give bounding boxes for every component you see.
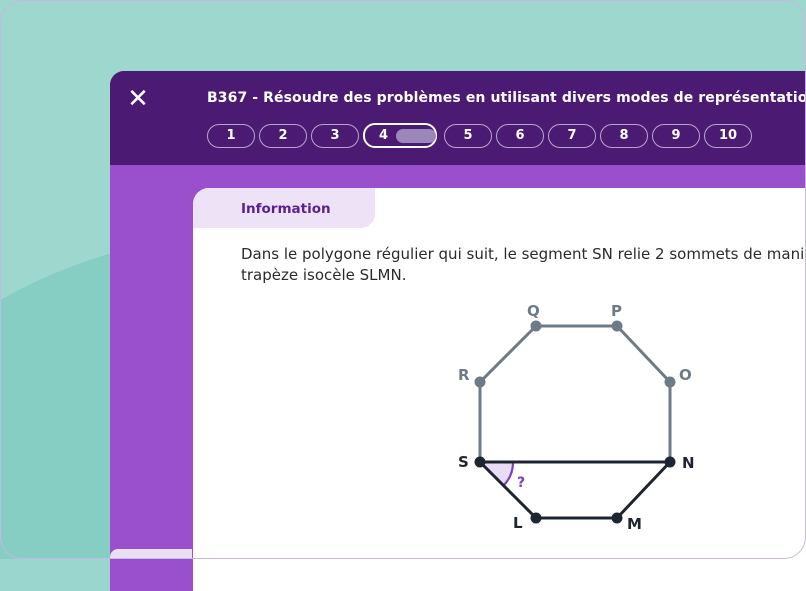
step-button-8[interactable]: 8 [600, 124, 648, 148]
step-button-1[interactable]: 1 [207, 124, 255, 148]
step-button-7[interactable]: 7 [548, 124, 596, 148]
header-bar: ✕ B367 - Résoudre des problèmes en utili… [110, 71, 806, 165]
statement-line-1: Dans le polygone régulier qui suit, le s… [241, 245, 806, 263]
step-button-6[interactable]: 6 [496, 124, 544, 148]
statement-line-2: trapèze isocèle SLMN. [241, 266, 407, 284]
step-button-10[interactable]: 10 [704, 124, 752, 148]
information-tab-label: Information [241, 201, 331, 217]
problem-statement: Dans le polygone régulier qui suit, le s… [241, 244, 806, 286]
activity-window: ✕ B367 - Résoudre des problèmes en utili… [110, 71, 806, 591]
bottom-strip [110, 549, 192, 559]
step-button-4-current[interactable]: 4 [363, 123, 437, 148]
information-tab: Information [193, 188, 375, 228]
page-title: B367 - Résoudre des problèmes en utilisa… [207, 90, 806, 106]
step-button-5[interactable]: 5 [444, 124, 492, 148]
information-card: Information Dans le polygone régulier qu… [193, 188, 806, 591]
close-icon[interactable]: ✕ [126, 86, 150, 112]
step-button-9[interactable]: 9 [652, 124, 700, 148]
current-step-indicator [396, 129, 436, 143]
step-button-2[interactable]: 2 [259, 124, 307, 148]
step-button-3[interactable]: 3 [311, 124, 359, 148]
